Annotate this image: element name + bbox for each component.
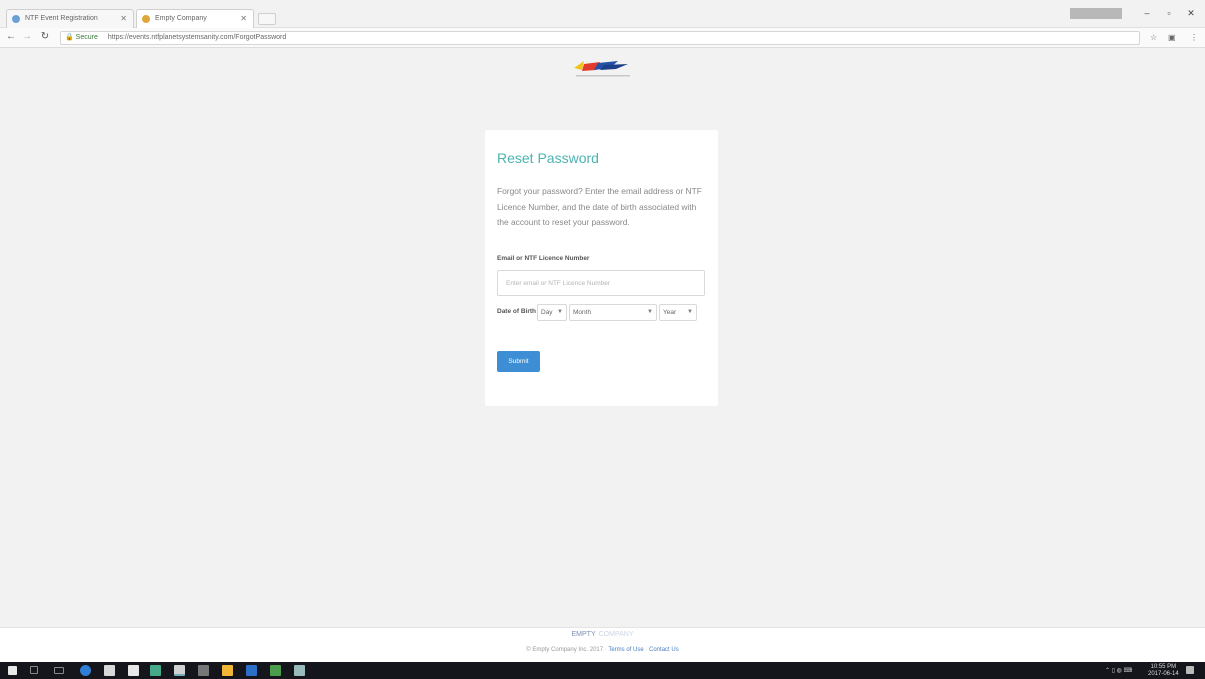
store-icon[interactable] [128,665,139,676]
system-tray-icons[interactable]: ⌃ ▯ ◍ ⌨ [1105,667,1132,674]
email-field[interactable] [497,270,705,296]
task-view-icon[interactable] [54,667,64,674]
day-select[interactable]: Day ▼ [537,304,567,321]
back-arrow-icon[interactable]: ← [4,31,18,42]
word-icon[interactable] [246,665,257,676]
maximize-icon[interactable]: ▫ [1160,8,1178,18]
windows-start-icon[interactable] [8,666,17,675]
browser-tab[interactable]: NTF Event Registration ✕ [6,9,134,28]
search-icon[interactable] [30,666,38,674]
chevron-down-icon: ▼ [687,309,693,315]
menu-icon[interactable]: ⋮ [1190,33,1198,42]
email-field-label: Email or NTF Licence Number [497,255,590,262]
chevron-down-icon: ▼ [557,309,563,315]
extension-icon[interactable]: ▣ [1168,33,1176,42]
footer-brand: EMPTY COMPANY [0,631,1205,638]
logo-mark [574,61,584,70]
reset-password-card: Reset Password Forgot your password? Ent… [485,130,718,406]
page-footer: EMPTY COMPANY © Empty Company Inc. 2017 ·… [0,627,1205,662]
close-tab-icon[interactable]: ✕ [240,10,247,27]
month-select-value: Month [573,309,592,316]
browser-tab-bar: NTF Event Registration ✕ Empty Company ✕… [0,0,1205,28]
profile-button[interactable] [1070,8,1122,19]
browser-toolbar: ← → ↻ 🔒 Secure https://events.ntfplanets… [0,28,1205,48]
page-title: Reset Password [497,150,599,166]
taskbar-clock[interactable]: 10:55 PM 2017-06-14 [1148,664,1179,677]
instructions-text: Forgot your password? Enter the email ad… [497,186,702,228]
url-text: https://events.ntfplanetsystemsanity.com… [107,34,287,41]
excel-icon[interactable] [270,665,281,676]
close-tab-icon[interactable]: ✕ [120,10,127,27]
tab-favicon-icon [142,15,150,23]
month-select[interactable]: Month ▼ [569,304,657,321]
browser-tab-active[interactable]: Empty Company ✕ [136,9,254,28]
lock-icon: 🔒 [65,34,74,41]
forward-arrow-icon[interactable]: → [20,31,34,42]
tab-label: Empty Company [155,15,207,22]
clock-time: 10:55 PM [1150,664,1177,670]
year-select[interactable]: Year ▼ [659,304,697,321]
logo-underline [576,75,630,77]
site-logo [574,61,630,77]
year-select-value: Year [663,309,677,316]
chrome-browser-icon[interactable] [174,665,185,676]
day-select-value: Day [541,309,553,316]
terms-link[interactable]: Terms of Use [608,647,643,653]
new-tab-button[interactable] [258,13,276,25]
file-explorer-icon[interactable] [104,665,115,676]
submit-button[interactable]: Submit [497,351,540,372]
chevron-down-icon: ▼ [647,309,653,315]
clock-date: 2017-06-14 [1148,670,1179,677]
footer-text: © Empty Company Inc. 2017 · Terms of Use… [0,647,1205,653]
copyright-text: © Empty Company Inc. 2017 · [526,647,607,653]
footer-brand-suffix: COMPANY [598,631,634,638]
folder-icon[interactable] [222,665,233,676]
dob-label: Date of Birth [497,308,536,315]
tab-label: NTF Event Registration [25,15,98,22]
app-icon[interactable] [294,665,305,676]
star-icon[interactable]: ☆ [1150,33,1157,42]
footer-brand-name: EMPTY [571,631,596,638]
tab-favicon-icon [12,15,20,23]
reload-icon[interactable]: ↻ [38,31,52,42]
address-bar[interactable]: 🔒 Secure https://events.ntfplanetsystems… [60,31,1140,45]
os-taskbar: ⌃ ▯ ◍ ⌨ 10:55 PM 2017-06-14 [0,662,1205,679]
notifications-icon[interactable] [1186,666,1194,674]
close-window-icon[interactable]: ✕ [1182,8,1200,19]
edge-browser-icon[interactable] [80,665,91,676]
contact-link[interactable]: Contact Us [649,647,679,653]
app-icon[interactable] [198,665,209,676]
app-icon[interactable] [150,665,161,676]
secure-label: Secure [75,34,98,41]
minimize-icon[interactable]: – [1138,8,1156,18]
